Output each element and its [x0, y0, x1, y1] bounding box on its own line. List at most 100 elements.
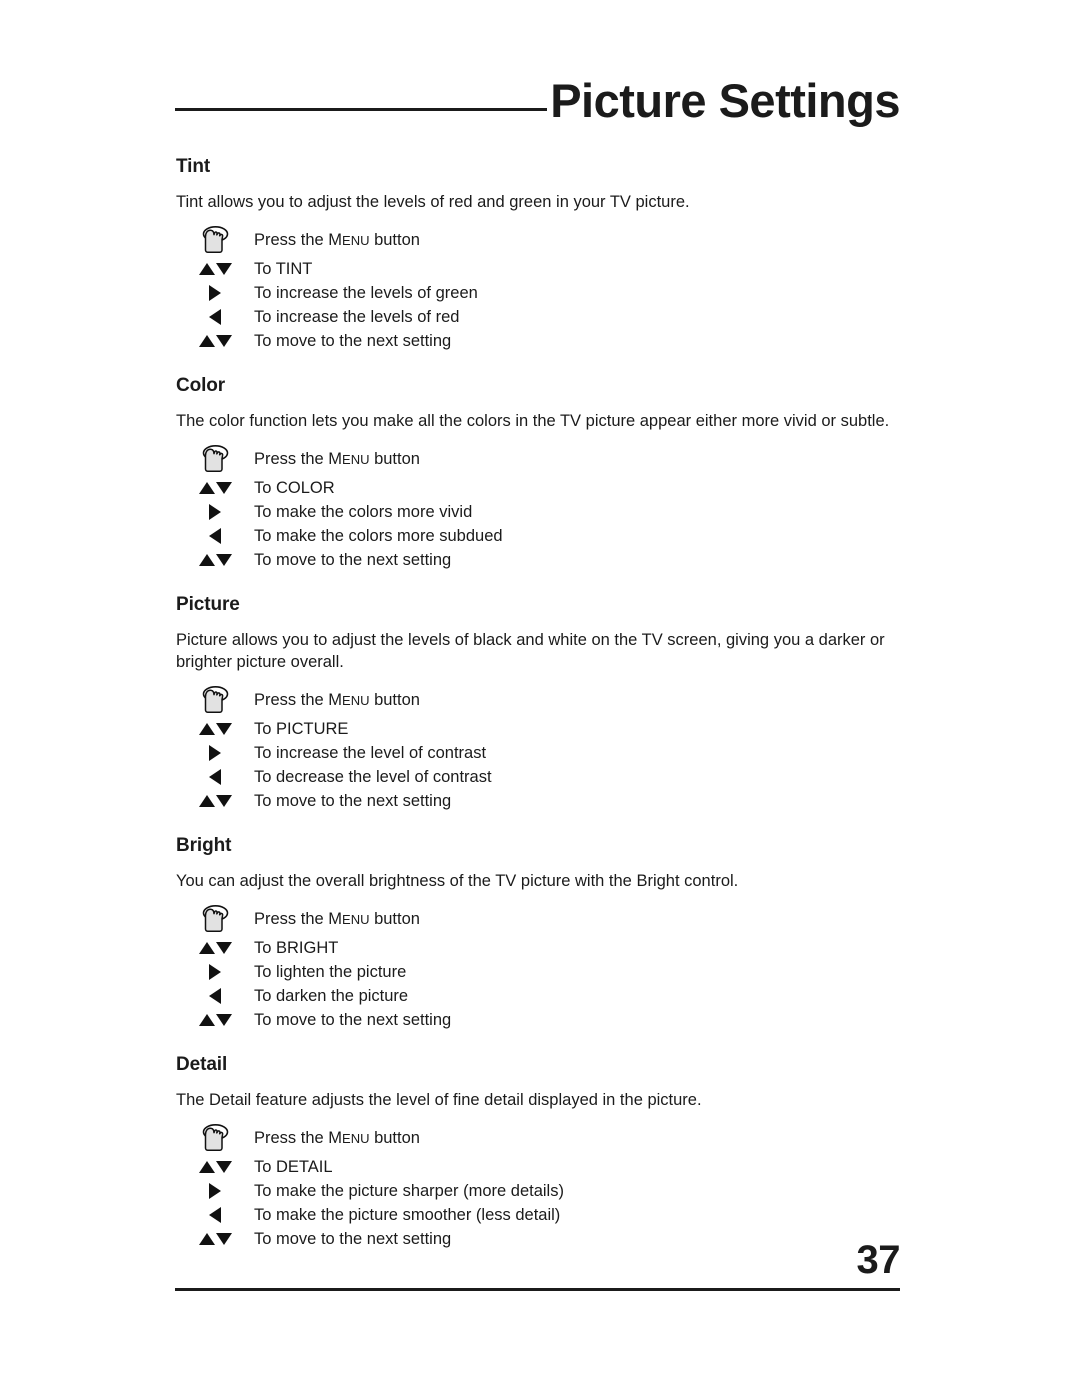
- press-prefix: Press the: [254, 910, 329, 928]
- settings-section: Picture Picture allows you to adjust the …: [176, 594, 906, 813]
- instruction-label: To make the picture smoother (less detai…: [254, 1203, 560, 1227]
- instruction-row: Press the MENU button: [176, 443, 906, 476]
- instruction-list: Press the MENU button To PICTURE To increa…: [176, 684, 906, 813]
- up-down-arrows-icon: [176, 795, 254, 807]
- up-arrow-icon: [198, 263, 215, 275]
- instruction-label: To BRIGHT: [254, 936, 338, 960]
- menu-rest-letters: ENU: [342, 693, 370, 708]
- section-description: You can adjust the overall brightness of…: [176, 872, 739, 890]
- instruction-row: To make the colors more subdued: [176, 524, 906, 548]
- instruction-row: To decrease the level of contrast: [176, 765, 906, 789]
- menu-lead-letter: M: [328, 691, 343, 709]
- press-suffix: button: [369, 1129, 420, 1147]
- down-arrow-icon: [215, 723, 232, 735]
- section-title: Picture: [176, 594, 240, 615]
- instruction-row: To TINT: [176, 257, 906, 281]
- instruction-row: To make the colors more vivid: [176, 500, 906, 524]
- instruction-row: To COLOR: [176, 476, 906, 500]
- left-arrow-icon: [209, 988, 221, 1004]
- instruction-select: To TINT: [254, 260, 313, 278]
- footer-rule: [175, 1288, 900, 1291]
- section-description: Picture allows you to adjust the levels …: [176, 631, 885, 671]
- instruction-decrease: To make the colors more subdued: [254, 527, 503, 545]
- down-arrow-icon: [215, 1014, 232, 1026]
- section-title: Detail: [176, 1054, 228, 1075]
- settings-section: Color The color function lets you make al…: [176, 375, 906, 572]
- up-down-arrows-icon: [176, 723, 254, 735]
- instruction-increase: To increase the level of contrast: [254, 744, 487, 762]
- menu-button-name: MENU: [328, 231, 369, 249]
- press-suffix: button: [369, 910, 420, 928]
- right-arrow-icon: [209, 745, 221, 761]
- menu-rest-letters: ENU: [342, 912, 370, 927]
- right-arrow-icon: [209, 504, 221, 520]
- left-arrow-icon: [176, 988, 254, 1004]
- instruction-list: Press the MENU button To BRIGHT To lighten…: [176, 903, 906, 1032]
- instruction-next: To move to the next setting: [254, 1230, 452, 1248]
- up-down-arrows-icon: [176, 1014, 254, 1026]
- instruction-row: Press the MENU button: [176, 1122, 906, 1155]
- instruction-label: To TINT: [254, 257, 312, 281]
- instruction-row: To BRIGHT: [176, 936, 906, 960]
- up-arrow-icon: [198, 482, 215, 494]
- press-prefix: Press the: [254, 231, 329, 249]
- settings-section: Tint Tint allows you to adjust the levels…: [176, 156, 906, 353]
- menu-lead-letter: M: [328, 231, 343, 249]
- instruction-next: To move to the next setting: [254, 1011, 452, 1029]
- instruction-label: To COLOR: [254, 476, 335, 500]
- instruction-select: To PICTURE: [254, 720, 349, 738]
- menu-rest-letters: ENU: [342, 452, 370, 467]
- up-down-arrows-icon: [176, 1161, 254, 1173]
- instruction-row: To increase the levels of green: [176, 281, 906, 305]
- hand-press-button-icon: [176, 685, 254, 716]
- instruction-label: Press the MENU button: [254, 443, 420, 476]
- press-suffix: button: [369, 691, 420, 709]
- instruction-label: To move to the next setting: [254, 548, 451, 572]
- instruction-label: To increase the levels of green: [254, 281, 478, 305]
- instruction-row: Press the MENU button: [176, 224, 906, 257]
- down-arrow-icon: [215, 263, 232, 275]
- up-arrow-icon: [198, 795, 215, 807]
- right-arrow-icon: [209, 1183, 221, 1199]
- left-arrow-icon: [176, 528, 254, 544]
- hand-press-button-icon: [176, 1123, 254, 1154]
- press-suffix: button: [369, 450, 420, 468]
- right-arrow-icon: [176, 504, 254, 520]
- up-arrow-icon: [198, 1014, 215, 1026]
- down-arrow-icon: [215, 1161, 232, 1173]
- manual-page: Picture Settings Tint Tint allows you to …: [0, 0, 1080, 1397]
- up-down-arrows-icon: [176, 1233, 254, 1245]
- instruction-label: To move to the next setting: [254, 1227, 451, 1251]
- left-arrow-icon: [176, 1207, 254, 1223]
- instruction-decrease: To darken the picture: [254, 987, 409, 1005]
- section-title: Tint: [176, 156, 211, 177]
- instruction-row: To make the picture sharper (more detail…: [176, 1179, 906, 1203]
- right-arrow-icon: [209, 964, 221, 980]
- press-prefix: Press the: [254, 450, 329, 468]
- instruction-decrease: To decrease the level of contrast: [254, 768, 492, 786]
- instruction-label: To increase the level of contrast: [254, 741, 486, 765]
- instruction-list: Press the MENU button To COLOR To make the…: [176, 443, 906, 572]
- right-arrow-icon: [209, 285, 221, 301]
- instruction-label: To move to the next setting: [254, 329, 451, 353]
- down-arrow-icon: [215, 1233, 232, 1245]
- left-arrow-icon: [209, 769, 221, 785]
- instruction-decrease: To make the picture smoother (less detai…: [254, 1206, 561, 1224]
- menu-button-name: MENU: [328, 1129, 369, 1147]
- instruction-row: To PICTURE: [176, 717, 906, 741]
- down-arrow-icon: [215, 335, 232, 347]
- section-description: The color function lets you make all the…: [176, 412, 890, 430]
- instruction-row: To make the picture smoother (less detai…: [176, 1203, 906, 1227]
- menu-lead-letter: M: [328, 450, 343, 468]
- section-title: Color: [176, 375, 226, 396]
- instruction-label: Press the MENU button: [254, 903, 420, 936]
- instruction-label: Press the MENU button: [254, 1122, 420, 1155]
- instruction-label: To DETAIL: [254, 1155, 333, 1179]
- instruction-row: To move to the next setting: [176, 329, 906, 353]
- menu-rest-letters: ENU: [342, 1131, 370, 1146]
- left-arrow-icon: [176, 309, 254, 325]
- press-prefix: Press the: [254, 691, 329, 709]
- instruction-row: To lighten the picture: [176, 960, 906, 984]
- up-down-arrows-icon: [176, 554, 254, 566]
- instruction-label: To lighten the picture: [254, 960, 406, 984]
